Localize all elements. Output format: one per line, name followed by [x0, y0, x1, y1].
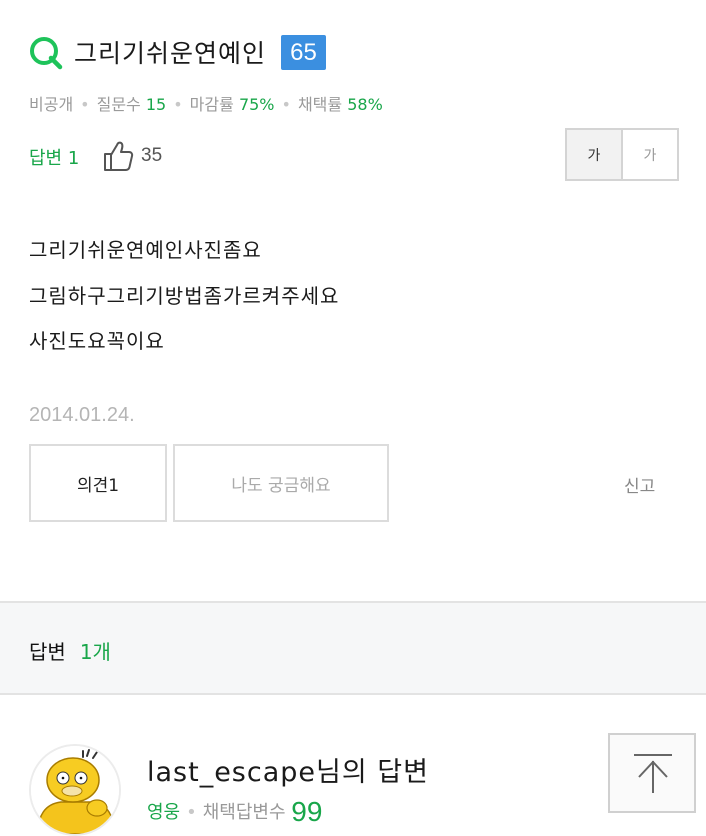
deadline-label: 마감률: [189, 95, 234, 114]
question-badge: 65: [281, 35, 326, 70]
psyduck-avatar-icon: [31, 746, 119, 834]
like-count: 35: [141, 145, 163, 166]
answers-header-label: 답변: [29, 640, 66, 664]
answer-count[interactable]: 답변 1: [29, 144, 79, 170]
font-size-large-button[interactable]: 가: [567, 130, 623, 179]
opinion-button[interactable]: 의견1: [29, 444, 167, 522]
me-too-curious-button[interactable]: 나도 궁금해요: [173, 444, 389, 522]
answerer-rank-row: 영웅 • 채택답변수 99: [147, 796, 323, 827]
arrow-up-icon: [634, 754, 672, 793]
thumbs-up-icon[interactable]: [102, 139, 134, 173]
adopted-answers-value: 99: [291, 796, 323, 827]
answer-count-label: 답변: [29, 148, 63, 169]
deadline-value: 75%: [238, 95, 275, 114]
questions-label: 질문수: [96, 95, 141, 114]
adoption-value: 58%: [347, 95, 383, 114]
question-body-line: 그리기쉬운연예인사진좀요: [29, 238, 262, 262]
question-body-line: 그림하구그리기방법좀가르켜주세요: [29, 284, 340, 308]
font-size-control: 가 가: [565, 128, 679, 181]
question-date: 2014.01.24.: [29, 404, 135, 426]
answer-count-value: 1: [67, 148, 80, 169]
question-body-line: 사진도요꼭이요: [29, 329, 165, 353]
answers-header: 답변 1개: [29, 636, 111, 665]
adopted-answers-label: 채택답변수: [202, 802, 286, 823]
questions-value: 15: [145, 95, 167, 114]
adoption-label: 채택률: [297, 95, 343, 114]
font-size-small-button[interactable]: 가: [623, 130, 677, 179]
answerer-name[interactable]: last_escape님의 답변: [147, 750, 429, 789]
question-title: 그리기쉬운연예인: [74, 39, 267, 68]
question-mark-q-icon: [30, 37, 63, 70]
answerer-rank: 영웅: [147, 802, 181, 823]
scroll-to-top-button[interactable]: [608, 733, 696, 813]
report-link[interactable]: 신고: [624, 472, 655, 497]
answers-header-count: 1개: [79, 640, 111, 664]
visibility-label: 비공개: [29, 95, 74, 114]
answerer-avatar[interactable]: [29, 744, 121, 836]
question-meta: 비공개 • 질문수 15 • 마감률 75% • 채택률 58%: [29, 95, 383, 114]
